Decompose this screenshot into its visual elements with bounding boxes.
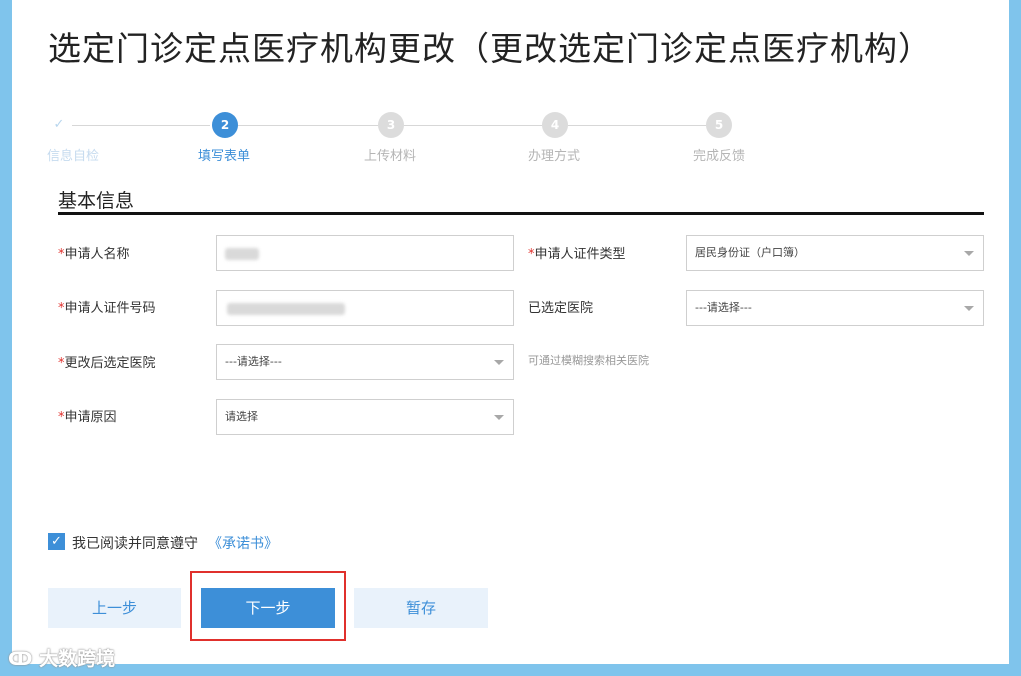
redacted-value [225, 248, 259, 260]
page-frame: 选定门诊定点医疗机构更改（更改选定门诊定点医疗机构） ✓ 信息自检 2 填写表单… [12, 0, 1009, 664]
step-connector [238, 125, 378, 126]
agreement-text: 我已阅读并同意遵守 [72, 536, 198, 552]
page-title: 选定门诊定点医疗机构更改（更改选定门诊定点医疗机构） [48, 29, 932, 68]
step-4-label: 办理方式 [528, 149, 581, 164]
watermark: ↀ 大数跨境 [8, 648, 116, 670]
progress-stepper: ✓ 信息自检 2 填写表单 3 上传材料 4 办理方式 5 完成反馈 [12, 112, 1009, 172]
step-1-label: 信息自检 [47, 149, 100, 164]
chevron-down-icon [494, 415, 504, 420]
commitment-letter-link[interactable]: 《承诺书》 [208, 533, 278, 553]
applicant-name-label: *申请人名称 [58, 247, 130, 262]
save-draft-button[interactable]: 暂存 [354, 588, 488, 628]
step-connector [72, 125, 210, 126]
section-title: 基本信息 [58, 190, 135, 212]
chevron-down-icon [964, 251, 974, 256]
new-hospital-label: *更改后选定医院 [58, 356, 156, 371]
step-2-label: 填写表单 [198, 149, 251, 164]
prev-step-button[interactable]: 上一步 [48, 588, 181, 628]
redacted-value [227, 303, 345, 315]
selected-hospital-label: 已选定医院 [528, 301, 594, 316]
step-5-circle: 5 [706, 112, 732, 138]
chevron-down-icon [964, 306, 974, 311]
agreement-checkbox[interactable]: ✓ [48, 533, 65, 550]
reason-select[interactable]: 请选择 [216, 399, 514, 435]
section-divider [58, 212, 984, 215]
step-connector [404, 125, 542, 126]
new-hospital-placeholder: ---请选择--- [225, 355, 282, 368]
step-3-circle: 3 [378, 112, 404, 138]
watermark-logo-icon: ↀ [8, 648, 33, 670]
reason-label: *申请原因 [58, 410, 117, 425]
step-4-circle: 4 [542, 112, 568, 138]
id-type-value: 居民身份证（户口簿） [695, 246, 805, 259]
step-2-circle: 2 [212, 112, 238, 138]
id-number-label: *申请人证件号码 [58, 301, 156, 316]
step-connector [568, 125, 706, 126]
step-5-label: 完成反馈 [693, 149, 746, 164]
id-number-input[interactable] [216, 290, 514, 326]
new-hospital-select[interactable]: ---请选择--- [216, 344, 514, 380]
step-3-label: 上传材料 [364, 149, 417, 164]
next-step-highlight [190, 571, 346, 641]
step-1-check-icon: ✓ [53, 117, 65, 132]
new-hospital-hint: 可通过模糊搜索相关医院 [528, 354, 649, 367]
id-type-label: *申请人证件类型 [528, 247, 626, 262]
chevron-down-icon [494, 360, 504, 365]
selected-hospital-select[interactable]: ---请选择--- [686, 290, 984, 326]
applicant-name-input[interactable] [216, 235, 514, 271]
selected-hospital-placeholder: ---请选择--- [695, 301, 752, 314]
id-type-select[interactable]: 居民身份证（户口簿） [686, 235, 984, 271]
reason-placeholder: 请选择 [225, 410, 258, 423]
